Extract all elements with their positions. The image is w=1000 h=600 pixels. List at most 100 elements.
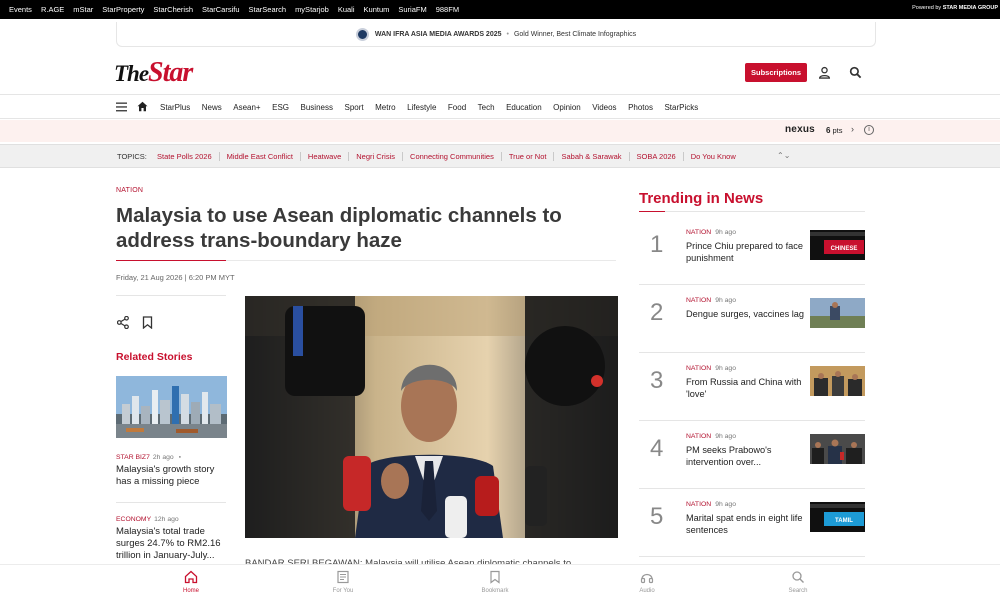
home-icon xyxy=(184,570,198,584)
tab-bookmark[interactable]: Bookmark xyxy=(465,570,525,594)
trending-headline[interactable]: Marital spat ends in eight life sentence… xyxy=(686,512,804,536)
article-category[interactable]: NATION xyxy=(116,187,143,194)
hamburger-menu-icon[interactable] xyxy=(116,102,127,112)
the-star-logo[interactable]: The Star xyxy=(114,57,206,89)
award-subtitle: Gold Winner, Best Climate Infographics xyxy=(513,30,637,38)
tab-home[interactable]: Home xyxy=(161,570,221,594)
topic-do-you-know[interactable]: Do You Know xyxy=(684,152,743,161)
nav-item-esg[interactable]: ESG xyxy=(272,103,289,112)
headphones-icon xyxy=(640,573,654,584)
trending-category[interactable]: NATION xyxy=(686,365,711,372)
trending-item[interactable]: 3 NATION 9h ago From Russia and China wit… xyxy=(639,353,865,421)
network-link-starsearch[interactable]: StarSearch xyxy=(249,5,287,14)
trending-time: 9h ago xyxy=(715,501,736,508)
topic-middle-east[interactable]: Middle East Conflict xyxy=(220,152,301,161)
network-link-suriafm[interactable]: SuriaFM xyxy=(398,5,426,14)
network-link-kuali[interactable]: Kuali xyxy=(338,5,355,14)
nav-item-asean[interactable]: Asean+ xyxy=(233,103,260,112)
trending-thumbnail[interactable] xyxy=(810,298,865,328)
nav-item-news[interactable]: News xyxy=(202,103,222,112)
trending-thumbnail[interactable] xyxy=(810,434,865,464)
article-main-photo[interactable] xyxy=(245,296,618,538)
nav-item-opinion[interactable]: Opinion xyxy=(553,103,581,112)
trending-category[interactable]: NATION xyxy=(686,501,711,508)
related-story-1-title[interactable]: Malaysia's growth story has a missing pi… xyxy=(116,464,228,488)
trending-time: 9h ago xyxy=(715,433,736,440)
nav-item-photos[interactable]: Photos xyxy=(628,103,653,112)
trending-thumbnail[interactable] xyxy=(810,366,865,396)
article-headline: Malaysia to use Asean diplomatic channel… xyxy=(116,204,562,252)
network-link-rage[interactable]: R.AGE xyxy=(41,5,64,14)
nav-item-lifestyle[interactable]: Lifestyle xyxy=(407,103,436,112)
home-icon[interactable] xyxy=(137,101,148,112)
trending-rank: 5 xyxy=(650,503,664,530)
subscriptions-button[interactable]: Subscriptions xyxy=(745,63,807,82)
award-banner[interactable]: WAN IFRA ASIA MEDIA AWARDS 2025 • Gold W… xyxy=(116,22,876,47)
tab-for-you-label: For You xyxy=(332,588,354,594)
trending-time: 9h ago xyxy=(715,229,736,236)
network-bar: Events R.AGE mStar StarProperty StarCher… xyxy=(0,0,1000,19)
trending-meta: NATION 9h ago xyxy=(686,501,736,508)
tab-for-you[interactable]: For You xyxy=(313,570,373,594)
related-story-2-title[interactable]: Malaysia's total trade surges 24.7% to R… xyxy=(116,526,228,562)
related-story-2-category[interactable]: ECONOMY xyxy=(116,516,151,523)
nav-item-tech[interactable]: Tech xyxy=(478,103,495,112)
related-story-2-time: 12h ago xyxy=(154,516,179,523)
share-icon[interactable] xyxy=(117,316,129,329)
expand-topics-icon[interactable]: ⌃⌄ xyxy=(777,151,790,160)
trending-thumbnail[interactable]: CHINESE xyxy=(810,230,865,260)
trending-item[interactable]: 4 NATION 9h ago PM seeks Prabowo's interv… xyxy=(639,421,865,489)
related-story-1-time: 2h ago xyxy=(152,454,174,461)
trending-headline[interactable]: Dengue surges, vaccines lag xyxy=(686,308,804,320)
nexus-logo[interactable]: nexus xyxy=(785,124,815,135)
network-link-starcarsifu[interactable]: StarCarsifu xyxy=(202,5,240,14)
powered-brand: STAR MEDIA GROUP xyxy=(942,5,998,11)
nav-item-starplus[interactable]: StarPlus xyxy=(160,103,190,112)
network-link-mystarjob[interactable]: myStarjob xyxy=(295,5,329,14)
topic-state-polls[interactable]: State Polls 2026 xyxy=(157,152,220,161)
headline-divider xyxy=(116,260,616,261)
divider xyxy=(116,502,226,503)
topic-sabah-sarawak[interactable]: Sabah & Sarawak xyxy=(554,152,630,161)
nexus-points[interactable]: 6 pts xyxy=(826,126,842,135)
nav-item-videos[interactable]: Videos xyxy=(592,103,616,112)
trending-headline[interactable]: Prince Chiu prepared to face punishment xyxy=(686,240,804,264)
nav-item-sport[interactable]: Sport xyxy=(344,103,363,112)
topic-true-or-not[interactable]: True or Not xyxy=(502,152,555,161)
topic-heatwave[interactable]: Heatwave xyxy=(301,152,350,161)
trending-meta: NATION 9h ago xyxy=(686,229,736,236)
nav-item-business[interactable]: Business xyxy=(301,103,333,112)
tab-bookmark-label: Bookmark xyxy=(481,588,509,594)
info-icon[interactable]: i xyxy=(864,125,874,135)
related-story-image[interactable] xyxy=(116,376,227,438)
trending-item[interactable]: 2 NATION 9h ago Dengue surges, vaccines l… xyxy=(639,285,865,353)
nav-item-food[interactable]: Food xyxy=(448,103,466,112)
network-link-mstar[interactable]: mStar xyxy=(73,5,93,14)
topic-soba[interactable]: SOBA 2026 xyxy=(630,152,684,161)
nav-item-metro[interactable]: Metro xyxy=(375,103,395,112)
network-link-kuntum[interactable]: Kuntum xyxy=(364,5,390,14)
nav-item-starpicks[interactable]: StarPicks xyxy=(664,103,698,112)
network-link-starproperty[interactable]: StarProperty xyxy=(102,5,144,14)
chevron-right-icon[interactable]: › xyxy=(851,124,854,134)
trending-item[interactable]: 5 NATION 9h ago Marital spat ends in eigh… xyxy=(639,489,865,557)
trending-category[interactable]: NATION xyxy=(686,297,711,304)
search-icon[interactable] xyxy=(849,66,862,79)
tab-audio[interactable]: Audio xyxy=(617,570,677,594)
related-story-1-category[interactable]: STAR BIZ7 xyxy=(116,454,150,461)
trending-category[interactable]: NATION xyxy=(686,229,711,236)
trending-thumbnail[interactable]: TAMIL xyxy=(810,502,865,532)
tab-search[interactable]: Search xyxy=(768,570,828,594)
nav-item-education[interactable]: Education xyxy=(506,103,542,112)
trending-headline[interactable]: From Russia and China with 'love' xyxy=(686,376,804,400)
topic-connecting-communities[interactable]: Connecting Communities xyxy=(403,152,502,161)
network-link-988fm[interactable]: 988FM xyxy=(436,5,459,14)
trending-headline[interactable]: PM seeks Prabowo's intervention over... xyxy=(686,444,804,468)
trending-item[interactable]: 1 NATION 9h ago Prince Chiu prepared to f… xyxy=(639,217,865,285)
bookmark-icon[interactable] xyxy=(142,316,153,329)
network-link-starcherish[interactable]: StarCherish xyxy=(153,5,193,14)
network-link-events[interactable]: Events xyxy=(9,5,32,14)
trending-category[interactable]: NATION xyxy=(686,433,711,440)
topic-negri-crisis[interactable]: Negri Crisis xyxy=(349,152,404,161)
user-icon[interactable] xyxy=(818,66,831,79)
